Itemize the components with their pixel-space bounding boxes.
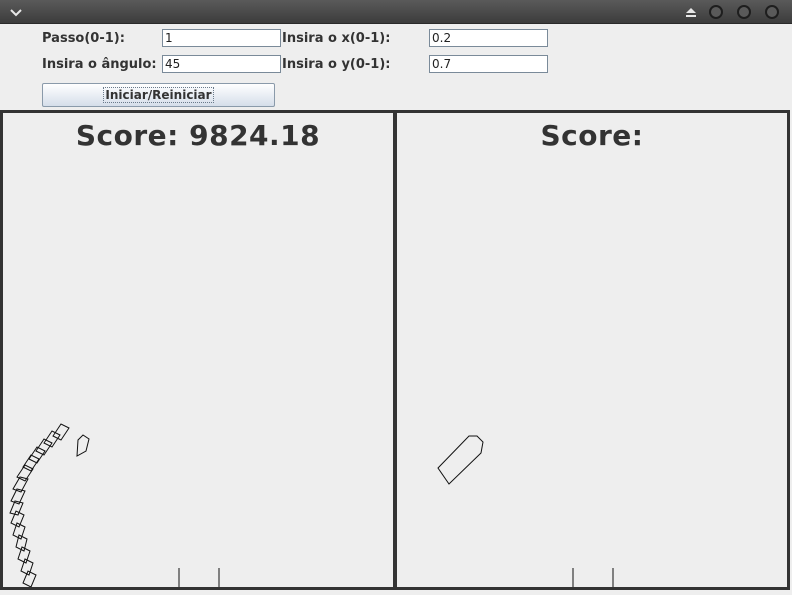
projectile-shape (437, 435, 484, 485)
step-input[interactable] (162, 29, 281, 47)
window-control-icon[interactable] (765, 5, 779, 19)
start-restart-button[interactable]: Iniciar/Reiniciar (42, 83, 275, 107)
projectile-trail (9, 423, 90, 587)
right-game-panel: Score: (394, 110, 790, 590)
projectile-shape (52, 423, 70, 441)
main-window: Passo(0-1): Insira o x(0-1): Insira o ân… (0, 24, 792, 595)
x-input[interactable] (429, 29, 548, 47)
y-input[interactable] (429, 55, 548, 73)
x-label: Insira o x(0-1): (282, 31, 391, 46)
left-game-panel: Score: 9824.18 (0, 110, 396, 590)
right-trajectory-canvas (437, 435, 614, 587)
angle-label: Insira o ângulo: (42, 57, 157, 72)
projectile-shape (43, 430, 61, 448)
start-restart-button-label: Iniciar/Reiniciar (103, 87, 214, 103)
projectile-shape (76, 434, 90, 457)
eject-icon[interactable] (684, 5, 698, 19)
title-bar (0, 0, 792, 24)
step-label: Passo(0-1): (42, 31, 125, 46)
window-control-icon[interactable] (709, 5, 723, 19)
left-trajectory-canvas (9, 423, 220, 587)
window-control-icon[interactable] (737, 5, 751, 19)
angle-input[interactable] (162, 55, 281, 73)
y-label: Insira o y(0-1): (282, 57, 391, 72)
chevron-down-icon[interactable] (8, 4, 24, 20)
